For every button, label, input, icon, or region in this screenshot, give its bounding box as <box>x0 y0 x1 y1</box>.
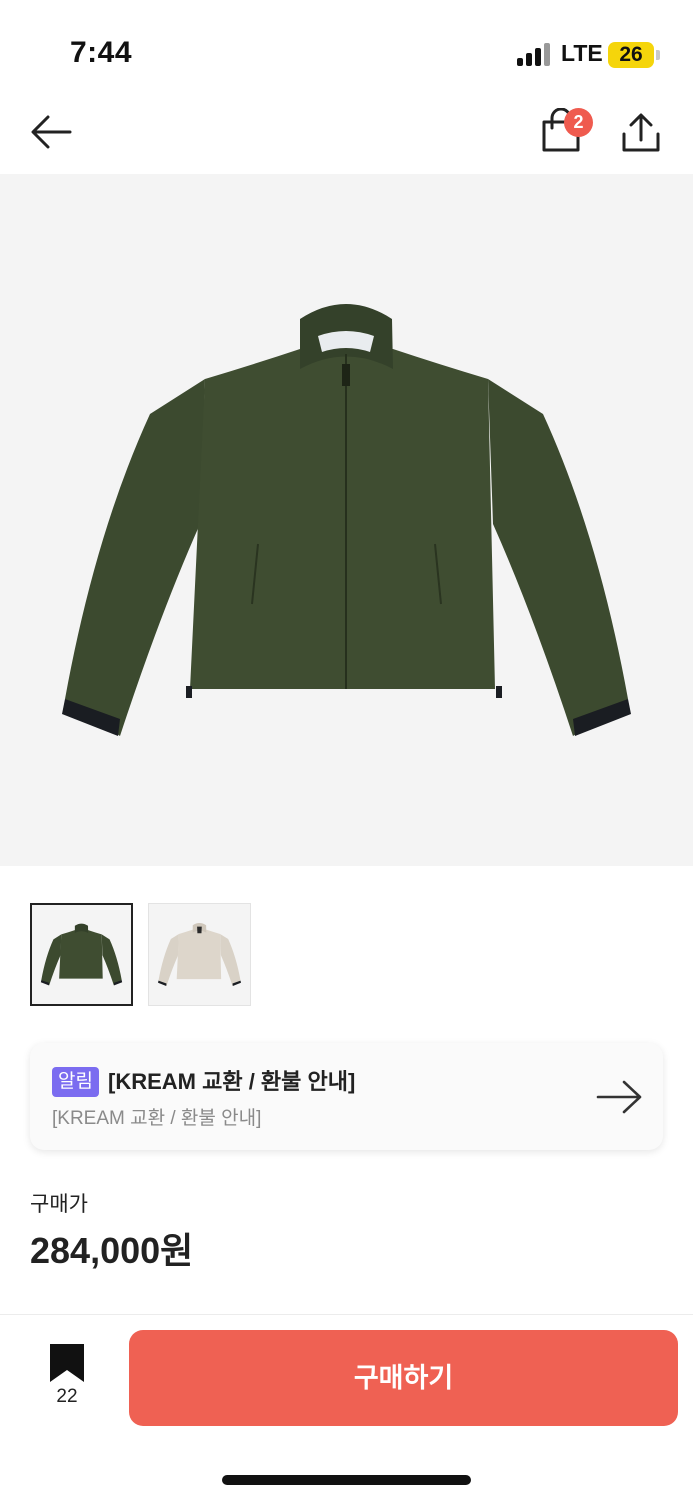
price-value: 284,000원 <box>30 1230 194 1271</box>
back-button[interactable] <box>28 112 74 152</box>
battery-icon: 26 <box>608 42 654 68</box>
notice-subtitle: [KREAM 교환 / 환불 안내] <box>52 1108 262 1129</box>
product-image[interactable] <box>0 174 693 866</box>
status-time: 7:44 <box>70 36 133 69</box>
jacket-thumbnail-image <box>158 923 241 986</box>
exchange-refund-notice[interactable]: 알림 [KREAM 교환 / 환불 안내] [KREAM 교환 / 환불 안내] <box>30 1043 663 1150</box>
arrow-right-icon <box>596 1080 642 1114</box>
bookmark-icon <box>50 1344 84 1382</box>
product-name-clipped <box>30 1300 670 1314</box>
price-label: 구매가 <box>30 1193 88 1216</box>
share-button[interactable] <box>620 112 664 154</box>
notice-title: [KREAM 교환 / 환불 안내] <box>108 1069 356 1094</box>
network-label: LTE <box>561 40 603 66</box>
battery-cap <box>656 50 660 60</box>
thumbnail-green[interactable] <box>30 903 133 1006</box>
jacket-thumbnail-image <box>40 923 123 986</box>
bookmark-count: 22 <box>56 1386 78 1407</box>
cart-count-badge: 2 <box>564 108 593 137</box>
thumbnail-beige[interactable] <box>148 903 251 1006</box>
back-arrow-icon <box>31 115 72 149</box>
buy-button[interactable]: 구매하기 <box>129 1330 678 1426</box>
signal-icon <box>517 42 553 66</box>
status-bar: 7:44 LTE 26 <box>0 0 693 100</box>
home-indicator <box>222 1475 471 1485</box>
notice-badge: 알림 <box>52 1067 99 1097</box>
battery-level: 26 <box>619 43 643 66</box>
jacket-illustration <box>62 304 631 736</box>
share-icon <box>622 113 660 152</box>
